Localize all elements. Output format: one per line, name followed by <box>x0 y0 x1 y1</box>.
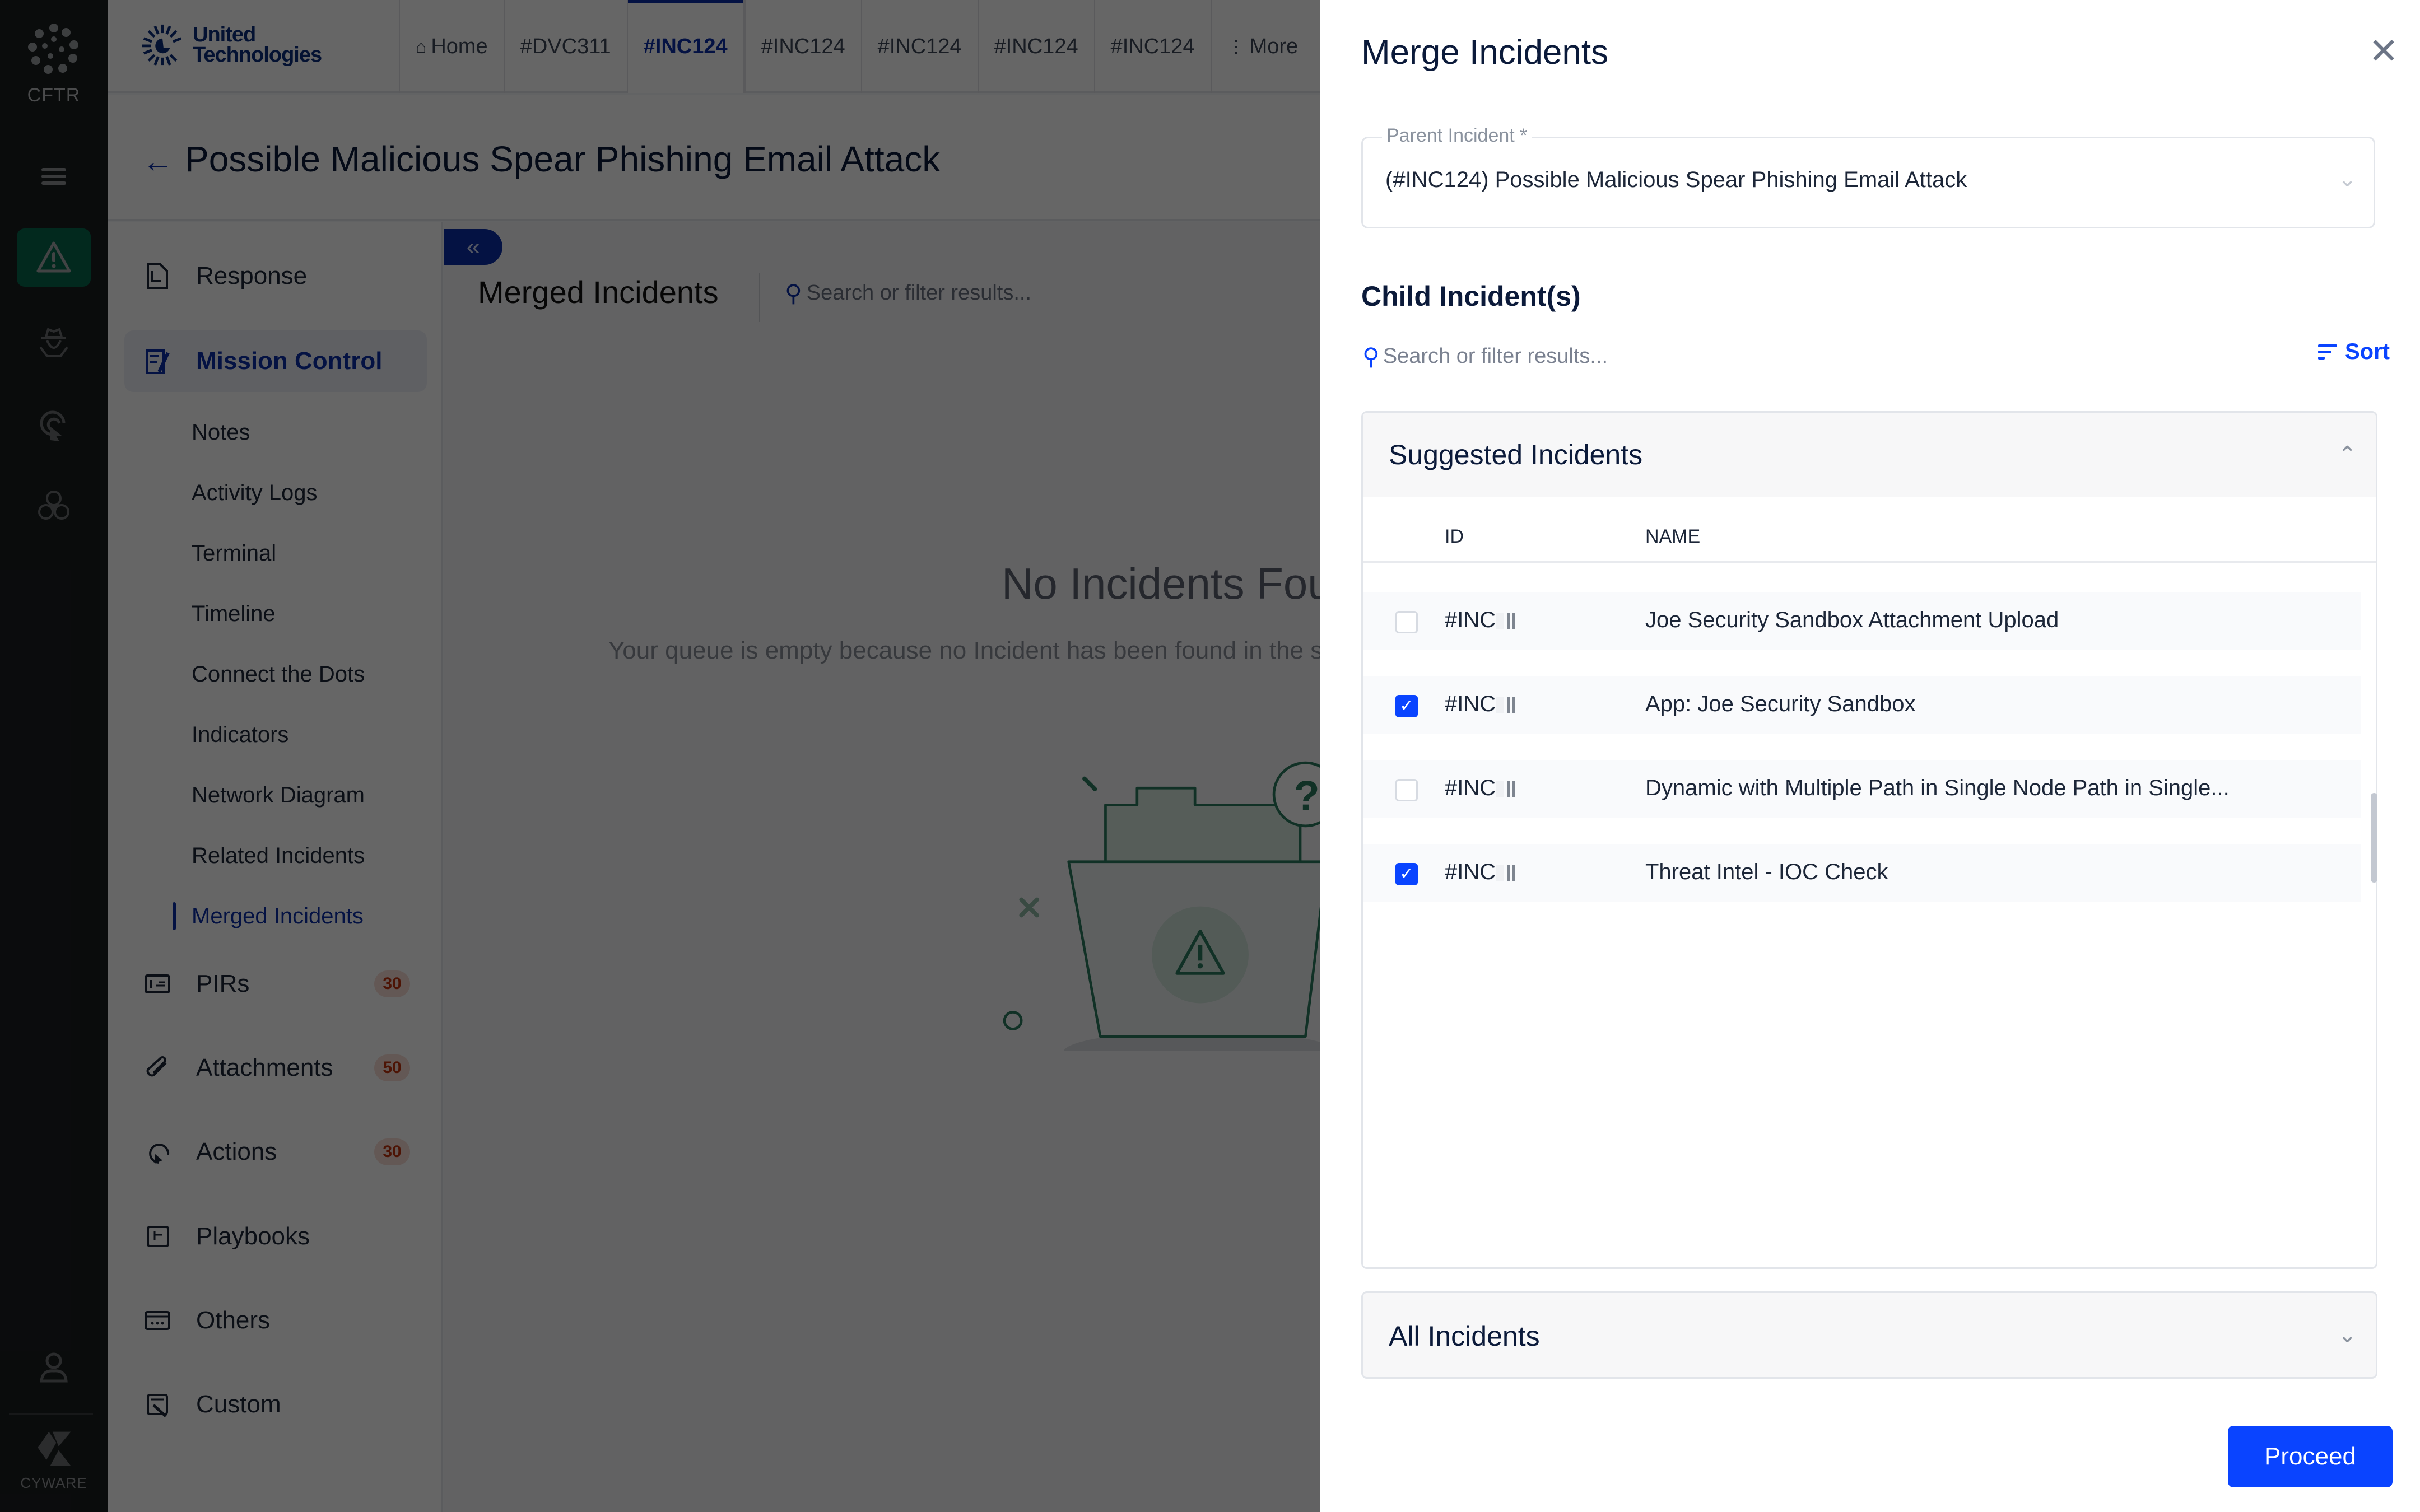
child-search-input[interactable]: ⚲ Search or filter results... <box>1362 343 1608 370</box>
list-scrollbar[interactable] <box>2371 793 2377 883</box>
merge-incidents-drawer: Merge Incidents ✕ Parent Incident * (#IN… <box>1320 0 2420 1512</box>
drawer-title: Merge Incidents <box>1361 33 1609 72</box>
row-id: #INC <box>1445 776 1516 801</box>
row-checkbox-checked[interactable]: ✓ <box>1395 863 1418 885</box>
modal-backdrop[interactable] <box>0 0 1320 1512</box>
column-header-id: ID <box>1445 526 1464 547</box>
search-icon: ⚲ <box>1362 343 1380 370</box>
proceed-button[interactable]: Proceed <box>2228 1426 2393 1487</box>
table-row[interactable]: ✓ #INC Threat Intel - IOC Check <box>1363 844 2361 902</box>
close-icon[interactable]: ✕ <box>2364 31 2403 71</box>
parent-incident-value: (#INC124) Possible Malicious Spear Phish… <box>1385 167 1967 192</box>
column-header-name: NAME <box>1645 526 1701 547</box>
suggested-incidents-header[interactable]: Suggested Incidents ⌃ <box>1363 413 2376 497</box>
row-name: Threat Intel - IOC Check <box>1645 860 1888 884</box>
row-checkbox[interactable] <box>1395 779 1418 801</box>
chevron-down-icon: ⌄ <box>2338 1323 2357 1347</box>
chevron-down-icon: ⌄ <box>2338 167 2357 192</box>
row-checkbox[interactable] <box>1395 611 1418 633</box>
row-checkbox-checked[interactable]: ✓ <box>1395 695 1418 717</box>
parent-incident-select[interactable]: Parent Incident * (#INC124) Possible Mal… <box>1361 125 2375 228</box>
all-incidents-accordion[interactable]: All Incidents ⌄ <box>1361 1291 2377 1379</box>
parent-incident-label: Parent Incident * <box>1382 125 1532 147</box>
row-id: #INC <box>1445 860 1516 885</box>
suggested-incidents-panel: Suggested Incidents ⌃ ID NAME #INC Joe S… <box>1361 411 2377 1269</box>
row-id: #INC <box>1445 692 1516 717</box>
sort-icon <box>2318 344 2337 360</box>
row-name: App: Joe Security Sandbox <box>1645 692 1916 716</box>
row-id: #INC <box>1445 608 1516 633</box>
row-name: Joe Security Sandbox Attachment Upload <box>1645 608 2059 632</box>
sort-button[interactable]: Sort <box>2318 339 2390 365</box>
table-row[interactable]: #INC Dynamic with Multiple Path in Singl… <box>1363 760 2361 818</box>
table-row[interactable]: #INC Joe Security Sandbox Attachment Upl… <box>1363 592 2361 650</box>
table-header: ID NAME <box>1363 497 2376 563</box>
table-row[interactable]: ✓ #INC App: Joe Security Sandbox <box>1363 676 2361 734</box>
child-incidents-title: Child Incident(s) <box>1361 281 1581 312</box>
chevron-up-icon: ⌃ <box>2338 442 2357 467</box>
row-name: Dynamic with Multiple Path in Single Nod… <box>1645 776 2230 800</box>
